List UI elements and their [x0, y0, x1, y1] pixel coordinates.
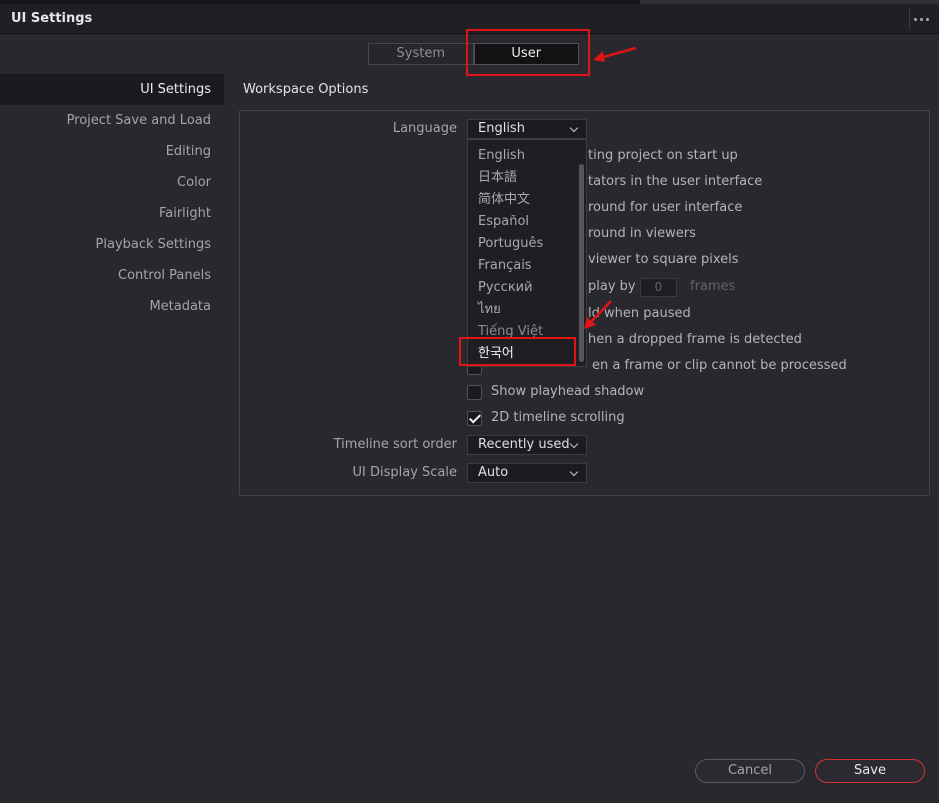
language-select[interactable]: English: [467, 119, 587, 139]
cancel-button[interactable]: Cancel: [695, 759, 805, 783]
sidebar-item-editing[interactable]: Editing: [0, 136, 224, 167]
option-display-by: play by: [588, 279, 636, 294]
language-option-thai[interactable]: ไทย: [468, 299, 586, 321]
window-title: UI Settings: [11, 11, 93, 26]
display-by-frames-input[interactable]: 0: [640, 278, 677, 297]
frames-unit-label: frames: [690, 279, 736, 294]
option-reload-project[interactable]: ting project on start up: [588, 148, 738, 164]
ui-scale-select[interactable]: Auto: [467, 463, 587, 483]
language-value: English: [478, 121, 525, 136]
sidebar-item-project-save-load[interactable]: Project Save and Load: [0, 105, 224, 136]
language-option-english[interactable]: English: [468, 145, 586, 167]
ui-scale-value: Auto: [478, 465, 509, 480]
sidebar-item-control-panels[interactable]: Control Panels: [0, 260, 224, 291]
chevron-down-icon: [569, 439, 579, 449]
language-option-russian[interactable]: Русский: [468, 277, 586, 299]
sidebar-item-fairlight[interactable]: Fairlight: [0, 198, 224, 229]
sidebar-item-ui-settings[interactable]: UI Settings: [0, 74, 224, 105]
playhead-shadow-checkbox[interactable]: [467, 385, 482, 400]
timeline-sort-label: Timeline sort order: [333, 437, 457, 452]
arrow-icon: [593, 46, 637, 62]
sidebar-item-playback-settings[interactable]: Playback Settings: [0, 229, 224, 260]
language-option-chinese[interactable]: 简体中文: [468, 189, 586, 211]
sidebar-item-color[interactable]: Color: [0, 167, 224, 198]
language-option-japanese[interactable]: 日本語: [468, 167, 586, 189]
arrow-icon: [584, 300, 612, 329]
timeline-scrolling-label: 2D timeline scrolling: [491, 410, 625, 425]
language-option-french[interactable]: Français: [468, 255, 586, 277]
language-label: Language: [392, 121, 457, 136]
language-dropdown: English 日本語 简体中文 Español Português Franç…: [467, 139, 587, 367]
playhead-shadow-label: Show playhead shadow: [491, 384, 645, 399]
timeline-sort-value: Recently used: [478, 437, 570, 452]
ui-scale-label: UI Display Scale: [352, 465, 457, 480]
tab-system[interactable]: System: [368, 43, 474, 65]
annotation-box-korean: [459, 337, 576, 366]
option-bg-viewers[interactable]: round in viewers: [588, 226, 696, 242]
more-options-icon[interactable]: [909, 8, 933, 30]
annotation-box-user: [466, 29, 590, 76]
save-button[interactable]: Save: [815, 759, 925, 783]
option-indicators[interactable]: tators in the user interface: [588, 174, 762, 190]
timeline-scrolling-checkbox[interactable]: [467, 411, 482, 426]
section-title: Workspace Options: [243, 82, 369, 97]
language-option-spanish[interactable]: Español: [468, 211, 586, 233]
timeline-sort-select[interactable]: Recently used: [467, 435, 587, 455]
chevron-down-icon: [569, 123, 579, 133]
option-dropped-frame[interactable]: hen a dropped frame is detected: [588, 332, 802, 348]
sidebar: UI Settings Project Save and Load Editin…: [0, 74, 224, 322]
sidebar-item-metadata[interactable]: Metadata: [0, 291, 224, 322]
option-clip-cannot[interactable]: en a frame or clip cannot be processed: [592, 358, 847, 374]
option-square-pixels[interactable]: viewer to square pixels: [588, 252, 739, 268]
language-option-portuguese[interactable]: Português: [468, 233, 586, 255]
option-bg-ui[interactable]: round for user interface: [588, 200, 742, 216]
chevron-down-icon: [569, 467, 579, 477]
